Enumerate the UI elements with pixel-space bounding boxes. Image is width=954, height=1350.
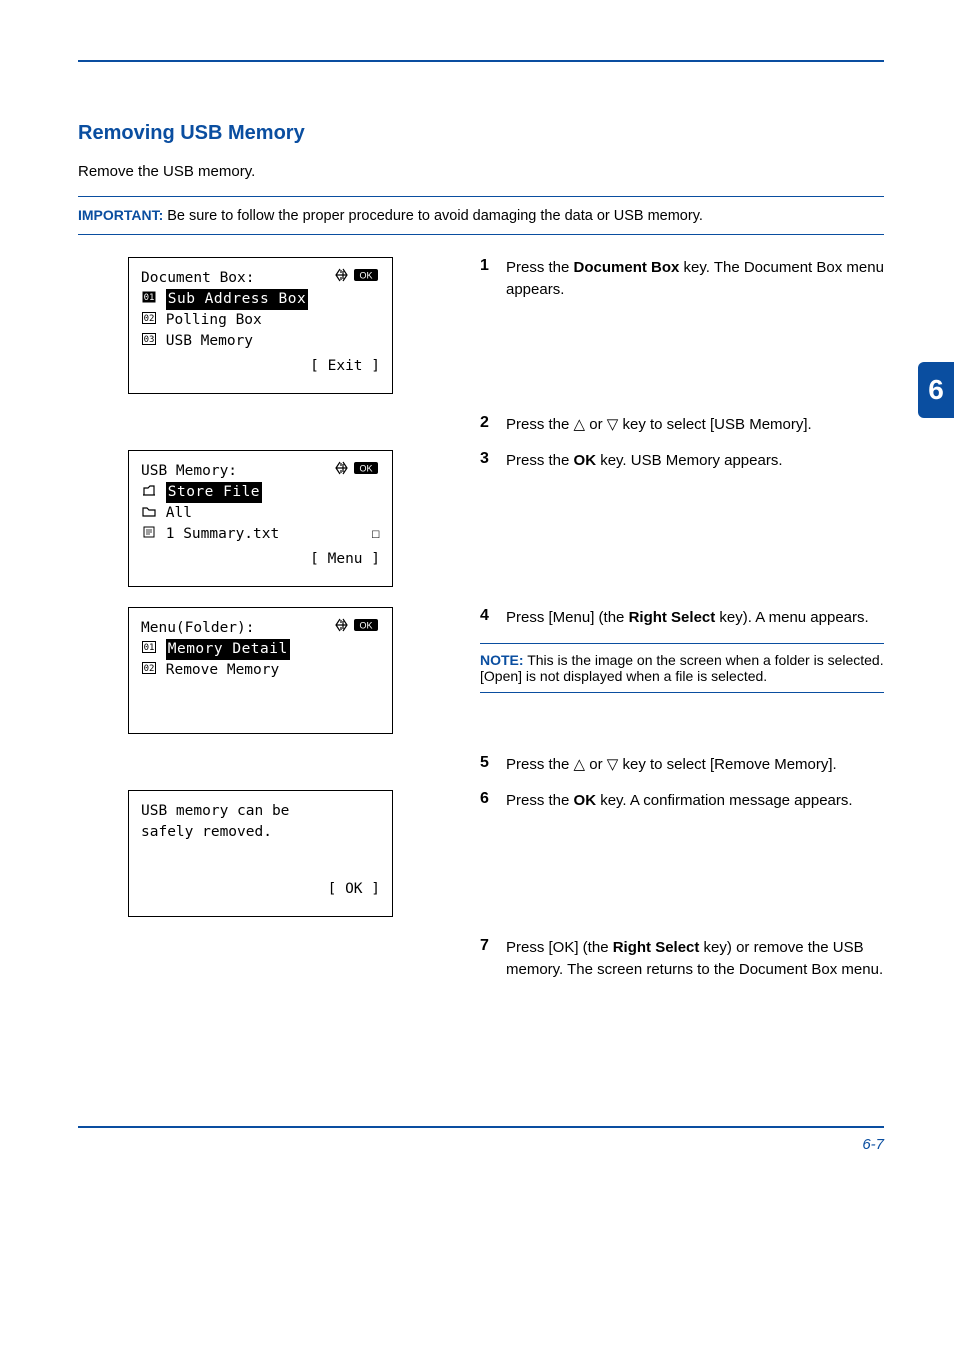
svg-text:03: 03 — [144, 335, 155, 345]
lcd1-line2: Polling Box — [166, 310, 262, 331]
step-number: 1 — [480, 257, 506, 275]
step-number: 4 — [480, 607, 506, 625]
lcd-screen-1: Document Box: OK 01 Sub Address Box 02 P… — [128, 257, 393, 394]
chapter-tab: 6 — [918, 362, 954, 418]
nav-ok-icon: OK — [334, 618, 380, 639]
num-box-icon: 02 — [141, 310, 157, 331]
lcd2-line1: Store File — [166, 482, 262, 503]
step-2-text: Press the △ or ▽ key to select [USB Memo… — [506, 414, 812, 436]
up-triangle-icon: △ — [574, 756, 586, 773]
lcd4-ok: [ OK ] — [141, 879, 380, 900]
svg-text:OK: OK — [359, 271, 372, 281]
num-box-icon: 02 — [141, 660, 157, 681]
down-triangle-icon: ▽ — [607, 756, 619, 773]
step-number: 5 — [480, 754, 506, 772]
lcd1-exit: [ Exit ] — [141, 356, 380, 377]
lcd2-line3: 1 Summary.txt — [166, 526, 280, 542]
down-triangle-icon: ▽ — [607, 416, 619, 433]
note-text: This is the image on the screen when a f… — [480, 652, 884, 684]
num-box-icon: 03 — [141, 331, 157, 352]
up-triangle-icon: △ — [574, 416, 586, 433]
step-number: 3 — [480, 450, 506, 468]
important-text: Be sure to follow the proper procedure t… — [167, 208, 703, 224]
step-1-text: Press the Document Box key. The Document… — [506, 257, 884, 301]
important-label: IMPORTANT: — [78, 207, 163, 223]
svg-text:02: 02 — [144, 664, 155, 674]
nav-ok-icon: OK — [334, 461, 380, 482]
step-7-text: Press [OK] (the Right Select key) or rem… — [506, 937, 884, 981]
lcd4-line1: USB memory can be — [141, 801, 380, 822]
store-icon — [141, 482, 157, 503]
svg-text:02: 02 — [144, 314, 155, 324]
file-icon — [141, 524, 157, 545]
important-block: IMPORTANT: Be sure to follow the proper … — [78, 196, 884, 235]
step-3-text: Press the OK key. USB Memory appears. — [506, 450, 782, 472]
lcd3-title: Menu(Folder): — [141, 618, 255, 639]
lcd-screen-2: USB Memory: OK Store File All 1 Summary.… — [128, 450, 393, 587]
section-title: Removing USB Memory — [78, 122, 884, 145]
intro-text: Remove the USB memory. — [78, 163, 884, 180]
folder-icon — [141, 503, 157, 524]
note-label: NOTE: — [480, 652, 524, 668]
lcd2-menu: [ Menu ] — [141, 549, 380, 570]
checkbox-icon: ☐ — [371, 524, 380, 545]
page-number: 6-7 — [78, 1136, 884, 1153]
lcd-screen-4: USB memory can be safely removed. [ OK ] — [128, 790, 393, 917]
lcd-screen-3: Menu(Folder): OK 01 Memory Detail 02 Rem… — [128, 607, 393, 734]
footer-rule — [78, 1126, 884, 1128]
step-5-text: Press the △ or ▽ key to select [Remove M… — [506, 754, 837, 776]
note-block: NOTE: This is the image on the screen wh… — [480, 643, 884, 693]
step-6-text: Press the OK key. A confirmation message… — [506, 790, 853, 812]
svg-text:01: 01 — [144, 643, 155, 653]
lcd3-line2: Remove Memory — [166, 660, 280, 681]
header-rule — [78, 60, 884, 62]
step-4-text: Press [Menu] (the Right Select key). A m… — [506, 607, 869, 629]
step-number: 7 — [480, 937, 506, 955]
svg-text:01: 01 — [144, 293, 155, 303]
lcd1-line1: Sub Address Box — [166, 289, 308, 310]
lcd2-line2: All — [166, 503, 192, 524]
lcd4-line2: safely removed. — [141, 822, 380, 843]
step-number: 6 — [480, 790, 506, 808]
lcd1-title: Document Box: — [141, 268, 255, 289]
num-box-icon: 01 — [141, 289, 157, 310]
svg-text:OK: OK — [359, 620, 372, 630]
lcd1-line3: USB Memory — [166, 331, 253, 352]
num-box-icon: 01 — [141, 639, 157, 660]
step-number: 2 — [480, 414, 506, 432]
svg-text:OK: OK — [359, 463, 372, 473]
lcd2-title: USB Memory: — [141, 461, 237, 482]
lcd3-line1: Memory Detail — [166, 639, 290, 660]
nav-ok-icon: OK — [334, 268, 380, 289]
